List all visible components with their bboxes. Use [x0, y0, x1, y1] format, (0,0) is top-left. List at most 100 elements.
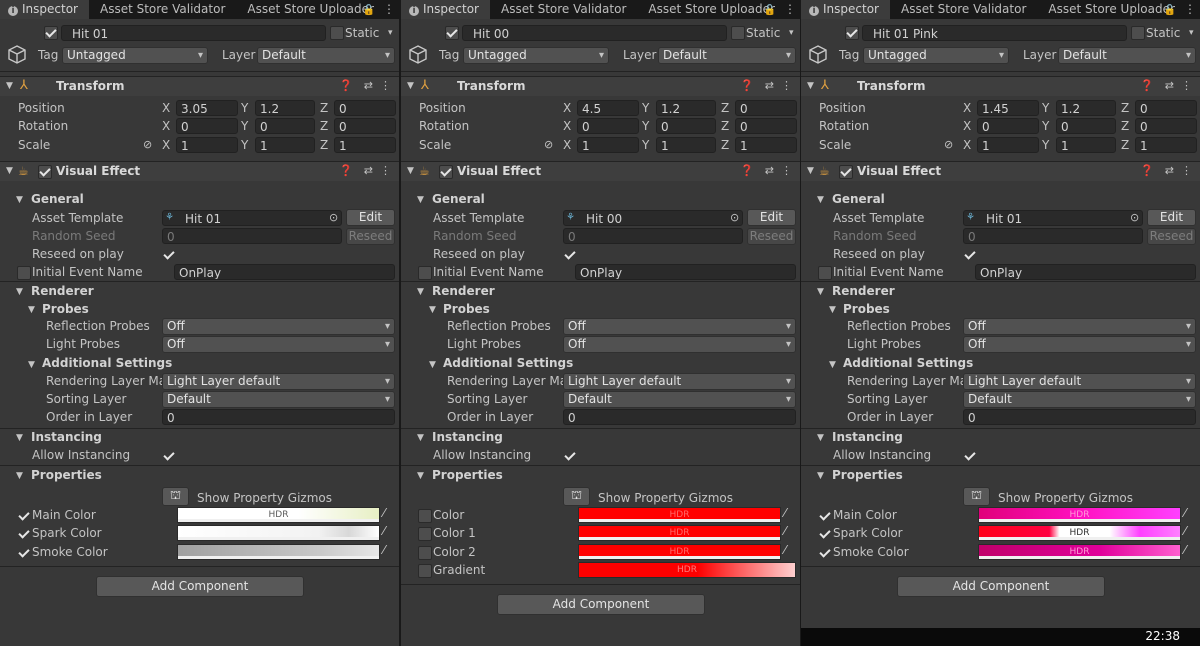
more-icon[interactable]: ⋮ [781, 79, 792, 92]
constrain-link-icon[interactable]: ⊘ [143, 137, 152, 153]
name-field[interactable]: _Hit 00 [462, 25, 727, 41]
color-field[interactable]: HDR [177, 507, 380, 523]
reseed-on-play-checkbox[interactable] [162, 248, 176, 262]
foldout-arrow-icon[interactable]: ▼ [16, 471, 23, 481]
more-icon[interactable]: ⋮ [383, 2, 395, 16]
static-checkbox[interactable] [330, 26, 344, 40]
random-seed-field[interactable]: 0 [963, 228, 1143, 244]
additional-settings-section[interactable]: Additional Settings [443, 356, 573, 370]
property-override-checkbox[interactable] [17, 527, 31, 541]
static-dropdown-icon[interactable]: ▾ [388, 25, 393, 41]
foldout-arrow-icon[interactable]: ▼ [807, 81, 814, 91]
object-picker-icon[interactable]: ⊙ [730, 210, 739, 226]
tab-inspector[interactable]: i Inspector [801, 0, 890, 19]
property-override-checkbox[interactable] [418, 509, 432, 523]
preset-icon[interactable]: ⇄ [1165, 164, 1174, 177]
random-seed-field[interactable]: 0 [563, 228, 743, 244]
foldout-arrow-icon[interactable]: ▼ [429, 305, 436, 315]
edit-button[interactable]: Edit [1147, 209, 1196, 226]
tag-dropdown[interactable]: Untagged [463, 47, 609, 64]
instancing-section[interactable]: Instancing [31, 430, 102, 444]
property-override-checkbox[interactable] [818, 509, 832, 523]
light-probes-dropdown[interactable]: Off [963, 336, 1196, 353]
help-icon[interactable]: ❓ [339, 79, 353, 92]
eyedropper-icon[interactable]: ⁄ [383, 506, 385, 520]
active-checkbox[interactable] [44, 26, 58, 40]
active-checkbox[interactable] [445, 26, 459, 40]
static-dropdown-icon[interactable]: ▾ [789, 25, 794, 41]
foldout-arrow-icon[interactable]: ▼ [817, 195, 824, 205]
tab-inspector[interactable]: i Inspector [401, 0, 490, 19]
name-field[interactable]: _Hit 01 Pink [862, 25, 1127, 41]
visual-effect-header[interactable]: ▼ ☕ Visual Effect ❓ ⇄ ⋮ [0, 161, 399, 181]
gizmo-toggle-button[interactable]: ⛫ [563, 487, 590, 506]
foldout-arrow-icon[interactable]: ▼ [817, 471, 824, 481]
position-x-field[interactable]: 1.45 [977, 100, 1039, 116]
visual-effect-header[interactable]: ▼ ☕ Visual Effect ❓ ⇄ ⋮ [401, 161, 800, 181]
position-y-field[interactable]: 1.2 [1056, 100, 1116, 116]
properties-section[interactable]: Properties [832, 468, 903, 482]
preset-icon[interactable]: ⇄ [364, 79, 373, 92]
scale-z-field[interactable]: 1 [1135, 137, 1197, 153]
visual-effect-header[interactable]: ▼ ☕ Visual Effect ❓ ⇄ ⋮ [801, 161, 1200, 181]
foldout-arrow-icon[interactable]: ▼ [429, 360, 436, 370]
active-checkbox[interactable] [845, 26, 859, 40]
random-seed-field[interactable]: 0 [162, 228, 342, 244]
preset-icon[interactable]: ⇄ [765, 164, 774, 177]
property-override-checkbox[interactable] [418, 545, 432, 560]
probes-section[interactable]: Probes [42, 302, 89, 316]
general-section[interactable]: General [432, 192, 485, 206]
position-y-field[interactable]: 1.2 [656, 100, 716, 116]
preset-icon[interactable]: ⇄ [1165, 79, 1174, 92]
help-icon[interactable]: ❓ [1140, 164, 1154, 177]
vfx-enabled-checkbox[interactable] [839, 165, 853, 179]
color-field[interactable]: HDR [578, 525, 781, 542]
reseed-on-play-checkbox[interactable] [963, 248, 977, 262]
gradient-field[interactable]: HDR [578, 561, 796, 578]
probes-section[interactable]: Probes [843, 302, 890, 316]
tab-inspector[interactable]: i Inspector [0, 0, 89, 19]
asset-template-field[interactable]: _Hit 01 [162, 210, 342, 226]
name-field[interactable]: _Hit 01 [61, 25, 326, 41]
renderer-section[interactable]: Renderer [432, 284, 495, 298]
initial-event-field[interactable]: OnPlay [174, 264, 395, 280]
foldout-arrow-icon[interactable]: ▼ [16, 287, 23, 297]
reseed-on-play-checkbox[interactable] [563, 248, 577, 262]
rendering-layer-dropdown[interactable]: Light Layer default [563, 373, 796, 390]
allow-instancing-checkbox[interactable] [963, 449, 977, 463]
foldout-arrow-icon[interactable]: ▼ [16, 195, 23, 205]
scale-z-field[interactable]: 1 [735, 137, 797, 153]
additional-settings-section[interactable]: Additional Settings [42, 356, 172, 370]
rotation-y-field[interactable]: 0 [1056, 118, 1116, 134]
general-section[interactable]: General [832, 192, 885, 206]
sorting-layer-dropdown[interactable]: Default [563, 391, 796, 408]
foldout-arrow-icon[interactable]: ▼ [28, 360, 35, 370]
layer-dropdown[interactable]: Default [257, 47, 395, 64]
rotation-z-field[interactable]: 0 [334, 118, 396, 134]
rendering-layer-dropdown[interactable]: Light Layer default [162, 373, 395, 390]
more-icon[interactable]: ⋮ [781, 164, 792, 177]
instancing-section[interactable]: Instancing [832, 430, 903, 444]
foldout-arrow-icon[interactable]: ▼ [829, 305, 836, 315]
color-field[interactable]: HDR [978, 543, 1181, 560]
lock-icon[interactable]: 🔓 [764, 5, 776, 16]
order-in-layer-field[interactable]: 0 [162, 409, 395, 425]
reflection-probes-dropdown[interactable]: Off [963, 318, 1196, 335]
lock-icon[interactable]: 🔓 [1164, 5, 1176, 16]
reflection-probes-dropdown[interactable]: Off [162, 318, 395, 335]
sorting-layer-dropdown[interactable]: Default [963, 391, 1196, 408]
foldout-arrow-icon[interactable]: ▼ [6, 166, 13, 176]
renderer-section[interactable]: Renderer [31, 284, 94, 298]
gizmo-toggle-button[interactable]: ⛫ [963, 487, 990, 506]
constrain-link-icon[interactable]: ⊘ [544, 137, 553, 153]
renderer-section[interactable]: Renderer [832, 284, 895, 298]
eyedropper-icon[interactable]: ⁄ [784, 543, 786, 557]
property-override-checkbox[interactable] [818, 527, 832, 541]
eyedropper-icon[interactable]: ⁄ [1184, 524, 1186, 538]
preset-icon[interactable]: ⇄ [765, 79, 774, 92]
foldout-arrow-icon[interactable]: ▼ [829, 360, 836, 370]
foldout-arrow-icon[interactable]: ▼ [817, 287, 824, 297]
tab-asset-store-validator[interactable]: Asset Store Validator [490, 0, 637, 19]
property-override-checkbox[interactable] [818, 546, 832, 560]
rotation-z-field[interactable]: 0 [1135, 118, 1197, 134]
